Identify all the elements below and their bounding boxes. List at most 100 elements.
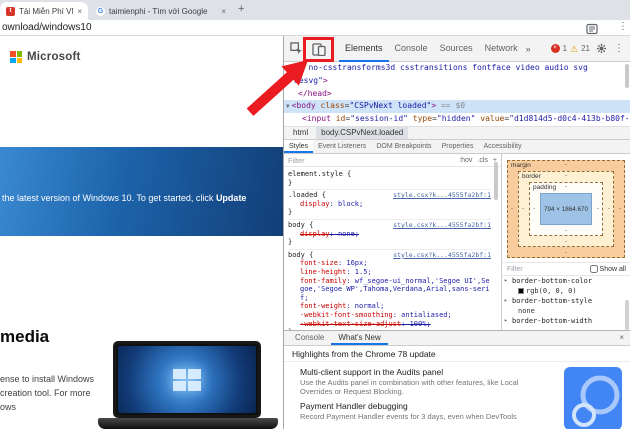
collapsed-arrow-icon[interactable]: ▸: [504, 316, 508, 326]
browser-toolbar: ownload/windows10 ⋮: [0, 20, 630, 36]
whats-new-items: Multi-client support in the Audits panel…: [300, 367, 552, 426]
stylesheet-link[interactable]: style.csx?k...4555fa2bf:1: [393, 191, 491, 200]
webpage: Microsoft the latest version of Windows …: [0, 36, 283, 429]
style-toggle[interactable]: .cls: [477, 157, 488, 164]
windows-logo-icon: [173, 369, 201, 391]
computed-property[interactable]: ▸border-bottom-style: [502, 296, 630, 306]
tab-title: taimienphi - Tìm với Google: [109, 7, 217, 16]
computed-list: ▸border-bottom-colorrgb(0, 0, 0)▸border-…: [502, 276, 630, 326]
scrollbar-thumb[interactable]: [625, 64, 629, 88]
css-property[interactable]: display: block;: [288, 200, 491, 209]
box-model-margin[interactable]: margin border padding 794 × 1864.670 ---…: [507, 160, 625, 258]
stylesheet-link[interactable]: style.csx?k...4555fa2bf:1: [393, 251, 491, 260]
show-all-label: Show all: [600, 266, 626, 273]
css-property[interactable]: font-size: 16px;: [288, 259, 491, 268]
scrollbar-thumb[interactable]: [494, 162, 498, 200]
css-property[interactable]: -webkit-font-smoothing: antialiased;: [288, 311, 491, 320]
error-icon[interactable]: ×: [551, 44, 560, 53]
browser-tab-taimienphi[interactable]: t Tải Miễn Phí VN - P ×: [0, 2, 88, 20]
dom-node[interactable]: ▼<body class="CSPvNext loaded"> == $0: [284, 100, 630, 113]
box-model-placeholder: -: [565, 162, 567, 168]
devtools-tab-console[interactable]: Console: [389, 36, 434, 62]
sidebar-tab-event-listeners[interactable]: Event Listeners: [313, 140, 371, 153]
collapsed-arrow-icon[interactable]: ▸: [504, 276, 508, 286]
css-rules: element.style {}style.csx?k...4555fa2bf:…: [284, 167, 501, 330]
border-label: border: [522, 173, 541, 180]
drawer-tab-console[interactable]: Console: [288, 331, 331, 345]
more-tabs-icon[interactable]: »: [526, 36, 531, 62]
box-model-placeholder: -: [565, 228, 567, 234]
styles-filter-row: Filter :hov.cls+: [284, 154, 501, 167]
drawer-tab-bar: × ConsoleWhat's New: [284, 331, 630, 346]
address-url[interactable]: ownload/windows10: [2, 22, 92, 33]
update-link[interactable]: Update: [216, 193, 247, 203]
sidebar-tab-dom-breakpoints[interactable]: DOM Breakpoints: [371, 140, 436, 153]
microsoft-wordmark: Microsoft: [27, 51, 81, 63]
sidebar-tab-accessibility[interactable]: Accessibility: [478, 140, 526, 153]
sidebar-tab-bar: StylesEvent ListenersDOM BreakpointsProp…: [284, 140, 630, 154]
computed-filter-row: Filter Show all: [502, 262, 630, 276]
breadcrumb-item[interactable]: body.CSPvNext.loaded: [316, 127, 408, 139]
box-model-placeholder: -: [597, 206, 599, 212]
padding-label: padding: [533, 184, 556, 191]
box-model-padding[interactable]: padding 794 × 1864.670 ----: [529, 182, 603, 236]
dom-node[interactable]: nesvg">: [284, 75, 630, 88]
devtools-tab-network[interactable]: Network: [479, 36, 524, 62]
whats-new-item[interactable]: Multi-client support in the Audits panel…: [300, 367, 552, 396]
sidebar-tab-styles[interactable]: Styles: [284, 140, 313, 153]
computed-property[interactable]: ▸border-bottom-width: [502, 316, 630, 326]
new-tab-button[interactable]: +: [238, 3, 244, 15]
styles-filter-input[interactable]: Filter: [288, 156, 459, 165]
computed-pane: margin border padding 794 × 1864.670 ---…: [501, 154, 630, 330]
close-tab-icon[interactable]: ×: [77, 7, 82, 16]
microsoft-logo-icon[interactable]: Microsoft: [10, 51, 81, 63]
css-rule: style.csx?k...4555fa2bf:1 .loaded {displa…: [288, 190, 491, 220]
close-tab-icon[interactable]: ×: [221, 7, 226, 16]
box-model-content[interactable]: 794 × 1864.670: [540, 193, 592, 225]
computed-property[interactable]: ▸border-bottom-color: [502, 276, 630, 286]
css-property[interactable]: line-height: 1.5;: [288, 268, 491, 277]
collapsed-arrow-icon[interactable]: ▸: [504, 296, 508, 306]
expand-arrow-icon[interactable]: ▼: [286, 103, 290, 110]
css-property[interactable]: display: none;: [288, 230, 491, 239]
browser-menu-icon[interactable]: ⋮: [618, 21, 628, 32]
laptop-screen: [113, 341, 261, 418]
devtools-tab-elements[interactable]: Elements: [339, 36, 389, 62]
scrollbar-thumb[interactable]: [625, 300, 629, 330]
css-property[interactable]: font-weight: normal;: [288, 302, 491, 311]
css-property[interactable]: font-family: wf_segoe-ui_normal,'Segoe U…: [288, 277, 491, 303]
breadcrumb-item[interactable]: html: [288, 127, 313, 139]
computed-filter-input[interactable]: Filter: [507, 266, 590, 273]
close-drawer-icon[interactable]: ×: [619, 333, 624, 342]
css-selector[interactable]: element.style {: [288, 170, 351, 178]
css-selector[interactable]: .loaded {: [288, 191, 326, 199]
box-model-border[interactable]: border padding 794 × 1864.670 ---- ----: [518, 171, 614, 247]
sidebar-tab-properties[interactable]: Properties: [437, 140, 479, 153]
drawer-tab-what-s-new[interactable]: What's New: [331, 331, 387, 345]
show-all-checkbox[interactable]: [590, 265, 598, 273]
dom-node[interactable]: <input id="session-id" type="hidden" val…: [284, 113, 630, 126]
style-toggle[interactable]: :hov: [459, 157, 472, 164]
dom-node[interactable]: ms no-csstransforms3d csstransitions fon…: [284, 62, 630, 75]
css-selector[interactable]: body {: [288, 251, 313, 259]
settings-gear-icon[interactable]: [593, 41, 609, 57]
warning-count: 21: [581, 44, 590, 53]
whats-new-item[interactable]: Payment Handler debuggingRecord Payment …: [300, 401, 552, 421]
dom-node[interactable]: </head>: [284, 88, 630, 101]
devtools-tab-sources[interactable]: Sources: [434, 36, 479, 62]
dom-tree: ms no-csstransforms3d csstransitions fon…: [284, 62, 630, 126]
box-model-placeholder: -: [522, 206, 524, 212]
inspect-element-icon[interactable]: [288, 41, 304, 57]
css-property[interactable]: -webkit-text-size-adjust: 100%;: [288, 320, 491, 329]
breadcrumb-bar: htmlbody.CSPvNext.loaded: [284, 126, 630, 140]
warning-icon[interactable]: ⚠: [570, 44, 578, 54]
computed-value: none: [502, 306, 630, 316]
browser-window: t Tải Miễn Phí VN - P × G taimienphi - T…: [0, 0, 630, 429]
hero-banner: the latest version of Windows 10. To get…: [0, 147, 283, 236]
page-paragraph: ense to install Windowscreation tool. Fo…: [0, 372, 94, 414]
stylesheet-link[interactable]: style.csx?k...4555fa2bf:1: [393, 221, 491, 230]
box-model-placeholder: -: [608, 206, 610, 212]
browser-tab-google-search[interactable]: G taimienphi - Tìm với Google ×: [90, 2, 232, 20]
devtools-menu-icon[interactable]: ⋮: [614, 43, 624, 54]
css-selector[interactable]: body {: [288, 221, 313, 229]
